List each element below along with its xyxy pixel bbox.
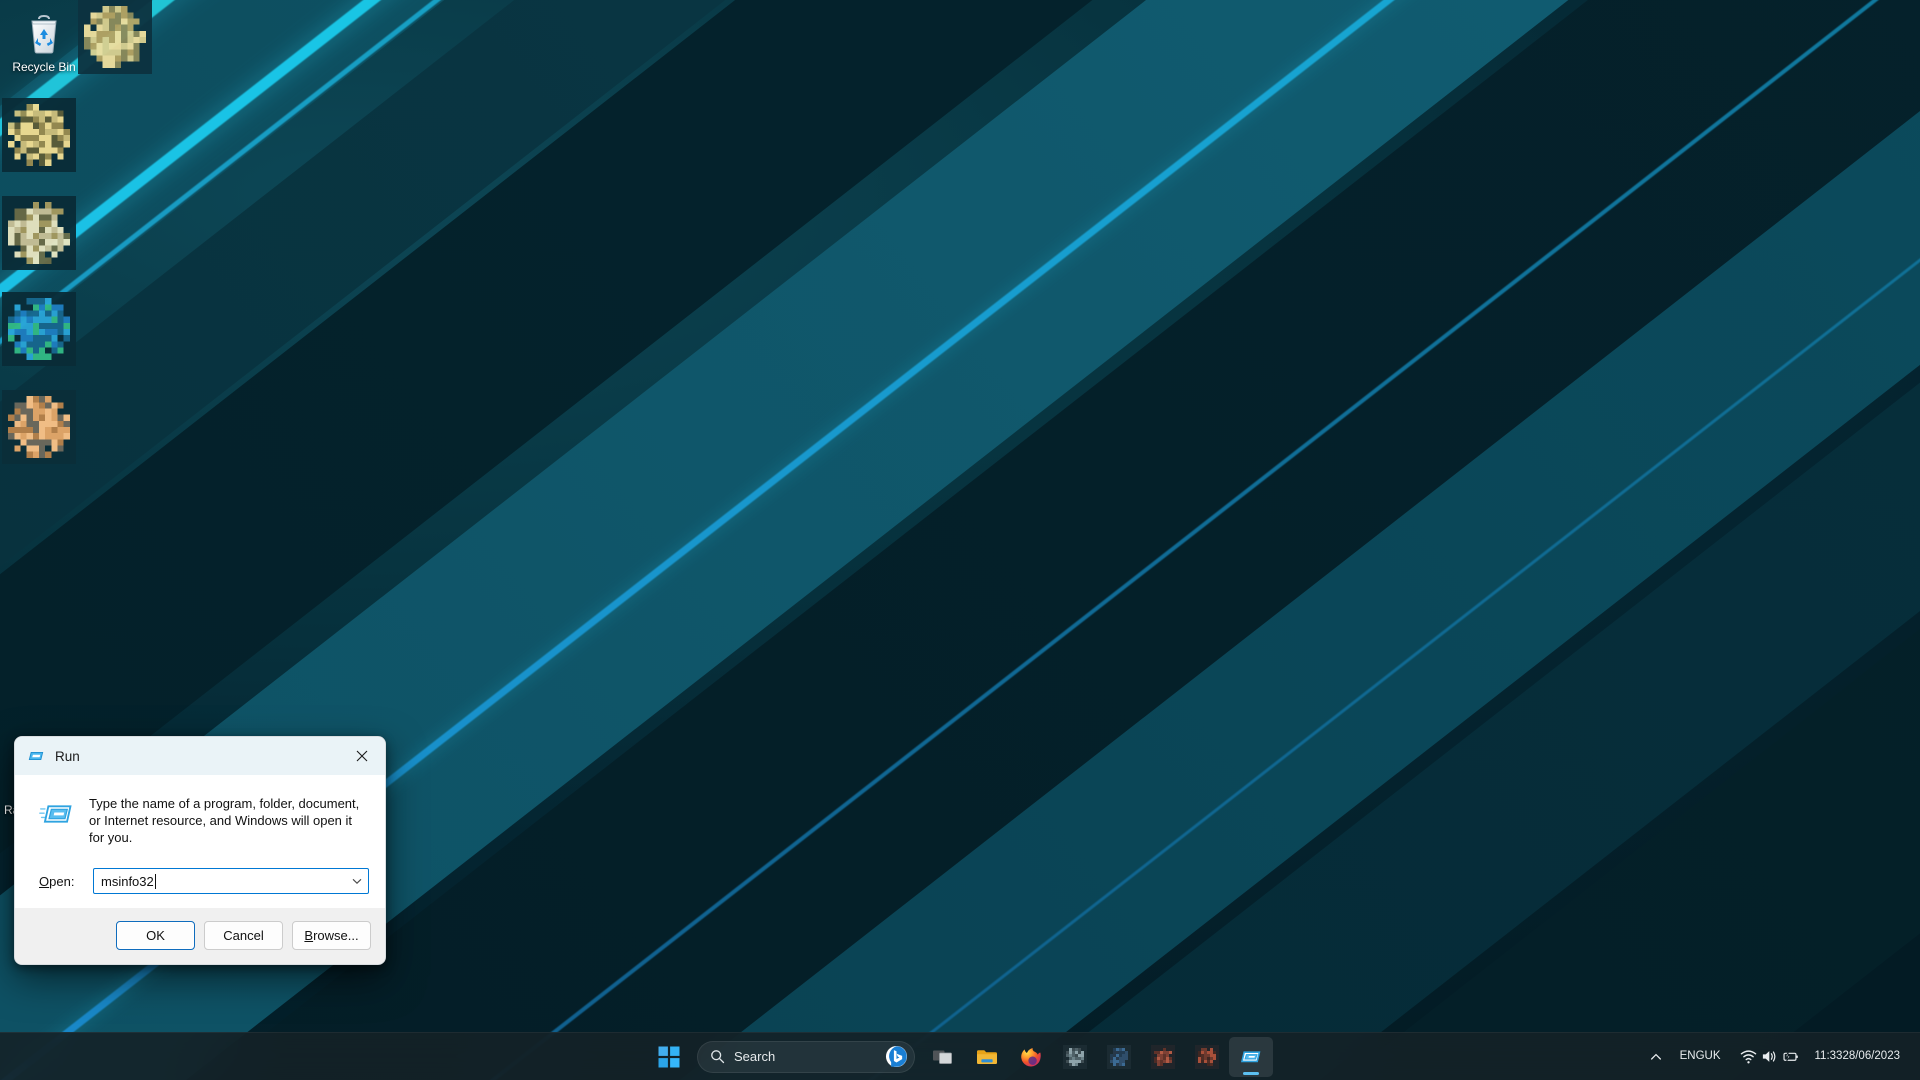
run-dialog-body: Type the name of a program, folder, docu… bbox=[15, 775, 385, 909]
system-tray: ENG UK 11:33 28/06/2023 bbox=[1643, 1038, 1910, 1076]
recycle-bin-icon bbox=[31, 14, 57, 54]
run-dialog[interactable]: Run Type the name of a program, folder, … bbox=[14, 736, 386, 966]
language-indicator[interactable]: ENG UK bbox=[1671, 1038, 1730, 1076]
pinned-app-1[interactable] bbox=[1053, 1037, 1097, 1077]
open-input-value[interactable]: msinfo32 bbox=[94, 874, 154, 889]
bing-copilot-icon[interactable] bbox=[885, 1045, 908, 1068]
quick-settings-button[interactable] bbox=[1732, 1038, 1807, 1076]
pinned-app-3[interactable] bbox=[1141, 1037, 1185, 1077]
windows-logo-icon bbox=[658, 1046, 680, 1067]
volume-icon bbox=[1762, 1051, 1775, 1062]
close-icon bbox=[356, 750, 368, 762]
chevron-down-icon bbox=[352, 878, 362, 884]
run-open-row: Open: msinfo32 bbox=[31, 868, 369, 895]
task-view-button[interactable] bbox=[921, 1037, 965, 1077]
pixelated-icon bbox=[1107, 1044, 1131, 1069]
clock-time: 11:33 bbox=[1814, 1050, 1843, 1063]
chevron-up-icon bbox=[1650, 1053, 1661, 1060]
pinned-app-4[interactable] bbox=[1185, 1037, 1229, 1077]
task-view-icon bbox=[933, 1050, 952, 1064]
file-explorer-button[interactable] bbox=[965, 1037, 1009, 1077]
start-button[interactable] bbox=[647, 1037, 691, 1077]
pinned-app-2[interactable] bbox=[1097, 1037, 1141, 1077]
cancel-button[interactable]: Cancel bbox=[204, 921, 283, 951]
open-field-label: Open: bbox=[39, 873, 75, 889]
browse-button[interactable]: Browse... bbox=[292, 921, 371, 951]
desktop[interactable]: Recycle Bin Ra Run Type the name of a pr… bbox=[0, 0, 1920, 1080]
clock[interactable]: 11:33 28/06/2023 bbox=[1809, 1038, 1911, 1076]
pixelated-desktop-icon[interactable] bbox=[2, 390, 76, 464]
open-combobox[interactable]: msinfo32 bbox=[93, 868, 369, 895]
search-placeholder: Search bbox=[734, 1049, 776, 1064]
run-dialog-footer: OK Cancel Browse... bbox=[15, 908, 385, 965]
pixelated-desktop-icon[interactable] bbox=[78, 0, 152, 74]
show-hidden-icons-button[interactable] bbox=[1643, 1038, 1669, 1076]
taskbar[interactable]: Search ENG UK 11:33 28/06/2023 bbox=[0, 1032, 1920, 1080]
desktop-icon-recycle-bin[interactable]: Recycle Bin bbox=[4, 8, 84, 75]
run-dialog-titlebar[interactable]: Run bbox=[15, 737, 385, 775]
battery-charging-icon bbox=[1782, 1051, 1798, 1062]
pixelated-icon bbox=[1151, 1044, 1175, 1069]
text-caret bbox=[154, 873, 156, 889]
close-button[interactable] bbox=[339, 737, 385, 775]
run-icon bbox=[28, 751, 44, 761]
run-dialog-description: Type the name of a program, folder, docu… bbox=[89, 796, 360, 846]
pixelated-desktop-icon[interactable] bbox=[2, 196, 76, 270]
language-primary: ENG bbox=[1679, 1049, 1705, 1062]
run-icon-large bbox=[39, 805, 72, 823]
pixelated-desktop-icon[interactable] bbox=[2, 98, 76, 172]
folder-icon bbox=[977, 1049, 997, 1064]
run-taskbar-button[interactable] bbox=[1229, 1036, 1273, 1077]
language-secondary: UK bbox=[1704, 1049, 1721, 1062]
search-box[interactable]: Search bbox=[697, 1040, 915, 1073]
taskbar-center-group: Search bbox=[647, 1036, 1273, 1077]
pixelated-icon bbox=[1195, 1044, 1219, 1069]
run-description-row: Type the name of a program, folder, docu… bbox=[31, 791, 369, 846]
pixelated-desktop-icon[interactable] bbox=[2, 292, 76, 366]
ok-button[interactable]: OK bbox=[116, 921, 195, 951]
wifi-icon bbox=[1740, 1050, 1756, 1064]
combobox-dropdown-button[interactable] bbox=[346, 869, 368, 893]
search-icon bbox=[711, 1050, 725, 1064]
firefox-icon bbox=[1021, 1047, 1041, 1066]
desktop-icon-label: Recycle Bin bbox=[12, 60, 76, 74]
run-icon bbox=[1240, 1050, 1261, 1062]
run-dialog-title: Run bbox=[55, 748, 80, 764]
clock-date: 28/06/2023 bbox=[1842, 1050, 1900, 1063]
pixelated-icon bbox=[1063, 1044, 1087, 1069]
firefox-button[interactable] bbox=[1009, 1037, 1053, 1077]
